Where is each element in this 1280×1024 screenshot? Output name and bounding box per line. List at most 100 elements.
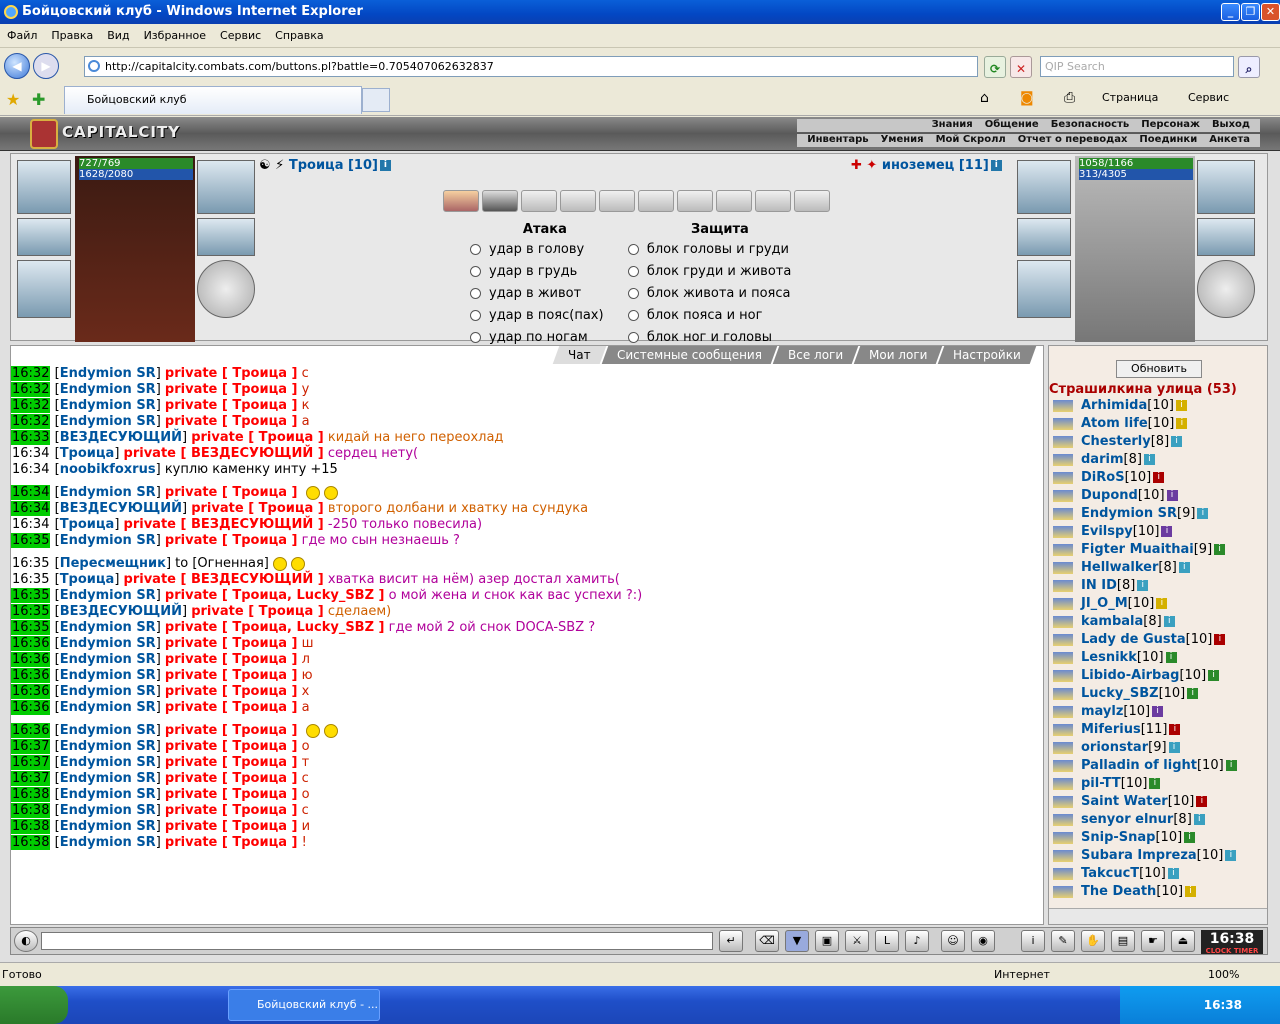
user-nick[interactable]: Arhimida [1081, 398, 1147, 413]
chat-user[interactable]: Endymion SR [60, 835, 156, 850]
info-icon[interactable]: i [990, 160, 1002, 171]
refresh-button[interactable]: Обновить [1116, 360, 1202, 378]
user-status-icon[interactable] [1053, 471, 1073, 484]
user-nick[interactable]: TakcucT [1081, 866, 1139, 881]
private-recipients[interactable]: private [ Троица ] [165, 700, 298, 715]
browser-tab[interactable]: Бойцовский клуб [64, 86, 362, 114]
defense-option[interactable]: блок груди и живота [624, 260, 816, 282]
user-status-icon[interactable] [1053, 435, 1073, 448]
scroll-slot[interactable] [794, 190, 830, 212]
taskbar-task[interactable]: Бойцовский клуб - ... [228, 989, 380, 1021]
chat-tab[interactable]: Все логи [772, 346, 859, 364]
chat-user[interactable]: Endymion SR [60, 755, 156, 770]
chat-time[interactable]: 16:36 [11, 636, 51, 651]
user-status-icon[interactable] [1053, 849, 1073, 862]
private-recipients[interactable]: private [ Троица ] [191, 501, 324, 516]
home-icon[interactable]: ⌂ [980, 90, 989, 106]
private-recipients[interactable]: private [ ВЕЗДЕСУЮЩИЙ ] [124, 517, 324, 532]
private-recipients[interactable]: private [ Троица ] [165, 819, 298, 834]
scroll-slot[interactable] [521, 190, 557, 212]
chat-input[interactable] [41, 932, 713, 950]
user-nick[interactable]: maylz [1081, 704, 1123, 719]
horizontal-scrollbar[interactable] [1049, 908, 1267, 924]
info-icon[interactable]: i [1175, 400, 1187, 411]
online-user[interactable]: Miferius[11] i [1053, 722, 1181, 740]
private-recipients[interactable]: private [ Троица ] [165, 485, 298, 500]
info-icon[interactable]: i [1153, 472, 1165, 483]
chat-user[interactable]: Endymion SR [60, 803, 156, 818]
save-icon[interactable]: ▣ [815, 930, 839, 952]
menu-item[interactable]: Избранное [137, 24, 213, 48]
user-nick[interactable]: orionstar [1081, 740, 1148, 755]
chat-user[interactable]: Endymion SR [60, 787, 156, 802]
info-icon[interactable]: i [1166, 490, 1178, 501]
user-nick[interactable]: Endymion SR [1081, 506, 1177, 521]
info-icon[interactable]: i [1214, 544, 1226, 555]
start-button[interactable] [0, 986, 68, 1024]
chat-time[interactable]: 16:35 [11, 604, 51, 619]
user-status-icon[interactable] [1053, 777, 1073, 790]
user-status-icon[interactable] [1053, 507, 1073, 520]
online-user[interactable]: Evilspy[10] i [1053, 524, 1173, 542]
chat-user[interactable]: Endymion SR [60, 684, 156, 699]
online-user[interactable]: Saint Water[10] i [1053, 794, 1208, 812]
user-nick[interactable]: darim [1081, 452, 1124, 467]
online-user[interactable]: Chesterly[8] i [1053, 434, 1183, 452]
online-user[interactable]: senyor elnur[8] i [1053, 812, 1205, 830]
user-nick[interactable]: Saint Water [1081, 794, 1168, 809]
enemy-shield-slot[interactable] [1197, 260, 1255, 318]
top-menu-link[interactable]: Отчет о переводах [1018, 134, 1128, 145]
scroll-slot[interactable] [638, 190, 674, 212]
info-icon[interactable]: i [1149, 778, 1161, 789]
info-icon[interactable]: i [1169, 724, 1181, 735]
enemy-name[interactable]: ✚ ✦ иноземец [11] i [851, 158, 1002, 173]
enemy-avatar[interactable] [1075, 156, 1195, 342]
chat-user[interactable]: ВЕЗДЕСУЮЩИЙ [60, 430, 182, 445]
radio-button[interactable] [470, 331, 481, 343]
chat-user[interactable]: Endymion SR [60, 533, 156, 548]
chat-user[interactable]: Endymion SR [60, 382, 156, 397]
info-icon[interactable]: i [1225, 850, 1237, 861]
chat-user[interactable]: Endymion SR [60, 636, 156, 651]
online-user[interactable]: Subara Impreza[10] i [1053, 848, 1237, 866]
chat-time[interactable]: 16:36 [11, 684, 51, 699]
chat-time[interactable]: 16:35 [11, 588, 51, 603]
enemy-rings-slot[interactable] [1197, 160, 1255, 214]
online-user[interactable]: JI_O_M[10] i [1053, 596, 1168, 614]
user-status-icon[interactable] [1053, 651, 1073, 664]
online-user[interactable]: Figter Muaithai[9] i [1053, 542, 1226, 560]
enemy-weapon-slot[interactable] [1017, 218, 1071, 256]
menu-item[interactable]: Справка [268, 24, 330, 48]
chat-user[interactable]: noobikfoxrus [60, 462, 156, 477]
online-user[interactable]: orionstar[9] i [1053, 740, 1180, 758]
private-recipients[interactable]: private [ Троица ] [165, 398, 298, 413]
chat-user[interactable]: Endymion SR [60, 620, 156, 635]
info-icon[interactable]: i [1137, 580, 1149, 591]
chat-time[interactable]: 16:34 [11, 485, 51, 500]
chat-time[interactable]: 16:32 [11, 382, 51, 397]
radio-button[interactable] [627, 287, 639, 299]
private-recipients[interactable]: private [ Троица ] [165, 533, 298, 548]
info-icon[interactable]: i [1225, 760, 1237, 771]
user-status-icon[interactable] [1053, 561, 1073, 574]
chat-user[interactable]: Endymion SR [60, 652, 156, 667]
chat-time[interactable]: 16:34 [11, 517, 50, 532]
search-input[interactable]: QIP Search [1040, 56, 1234, 77]
top-menu-link[interactable]: Поединки [1139, 134, 1197, 145]
user-status-icon[interactable] [1053, 795, 1073, 808]
private-recipients[interactable]: private [ ВЕЗДЕСУЮЩИЙ ] [124, 572, 324, 587]
scroll-slot[interactable] [560, 190, 596, 212]
private-recipients[interactable]: private [ Троица ] [165, 739, 298, 754]
lock-icon[interactable]: ▤ [1111, 930, 1135, 952]
radio-button[interactable] [627, 265, 639, 277]
refresh-icon[interactable]: ⟳ [984, 56, 1006, 78]
music-icon[interactable]: ♪ [905, 930, 929, 952]
info-icon[interactable]: i [1187, 688, 1199, 699]
attack-option[interactable]: удар в голову [466, 238, 624, 260]
user-nick[interactable]: Lesnikk [1081, 650, 1137, 665]
chat-time[interactable]: 16:35 [11, 620, 51, 635]
new-tab-button[interactable] [362, 88, 390, 112]
private-recipients[interactable]: private [ Троица ] [165, 787, 298, 802]
zoom-level[interactable]: 100% [1208, 963, 1239, 987]
info-icon[interactable]: i [1161, 526, 1173, 537]
